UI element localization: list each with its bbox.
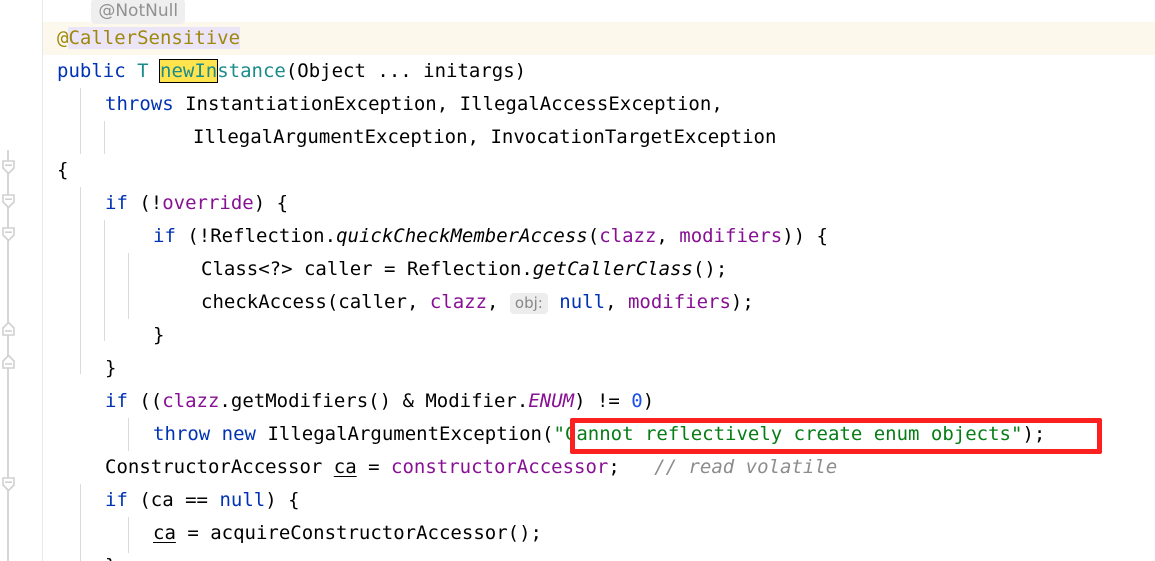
field-modifiers: modifiers [627,291,731,313]
class-reflection: Reflection [210,225,325,247]
keyword-if: if [153,225,176,247]
keyword-null: null [559,291,606,313]
code-line-2: @CallerSensitive [57,22,241,55]
code-line-11: } [153,324,165,346]
method-acquire-constructor-accessor: acquireConstructorAccessor [210,522,508,544]
code-line-16: if (ca == null) { [105,489,300,511]
field-clazz: clazz [162,390,220,412]
exception-instantiation: InstantiationException [185,93,437,115]
string-literal-enum-message: "Cannot reflectively create enum objects… [553,423,1023,445]
keyword-if: if [105,489,128,511]
type-class: Class<?> [201,258,293,280]
field-override: override [162,192,254,214]
param-initargs: initargs [423,60,515,82]
code-editor[interactable]: @NotNull @CallerSensitive public T newIn… [0,0,1155,561]
method-check-access: checkAccess [201,291,327,313]
annotation-at-sign: @ [57,27,69,49]
indent-guide [104,220,105,341]
indent-guide [104,121,105,154]
class-reflection: Reflection [406,258,522,280]
var-ca: ca [150,489,174,511]
code-content[interactable]: @NotNull @CallerSensitive public T newIn… [0,0,1155,561]
code-line-12: } [105,357,117,379]
var-ca-declaration: ca [333,456,357,478]
type-parameter-T: T [137,60,149,82]
method-quick-check-member-access: quickCheckMemberAccess [336,225,588,247]
literal-zero: 0 [631,390,643,412]
var-caller: caller [303,258,373,280]
indent-guide [128,253,129,319]
class-modifier: Modifier [425,390,517,412]
class-illegal-argument-exception: IllegalArgumentException [267,423,542,445]
notnull-inlay-hint: @NotNull [91,0,186,24]
indent-guide [128,418,129,451]
annotation-caller-sensitive: CallerSensitive [68,27,241,49]
code-line-5: IllegalArgumentException, InvocationTarg… [193,126,777,148]
code-line-4: throws InstantiationException, IllegalAc… [105,93,723,115]
code-line-3: public T newInstance(Object ... initargs… [57,59,527,83]
code-line-7: if (!override) { [105,192,289,214]
keyword-new: new [221,423,256,445]
exception-illegal-argument: IllegalArgumentException [193,126,468,148]
field-clazz: clazz [429,291,488,313]
code-line-6: { [57,159,69,181]
field-modifiers: modifiers [679,225,783,247]
keyword-throws: throws [105,93,174,115]
method-name-remainder: stance [217,60,286,82]
keyword-if: if [105,192,128,214]
code-line-14: throw new IllegalArgumentException("Cann… [153,423,1046,445]
field-constructor-accessor: constructorAccessor [391,456,609,478]
code-line-13: if ((clazz.getModifiers() & Modifier.ENU… [105,390,655,412]
keyword-public: public [57,60,126,82]
indent-guide [80,484,81,561]
var-caller: caller [338,291,407,313]
keyword-throw: throw [153,423,211,445]
method-get-modifiers: getModifiers [230,390,369,412]
obj-param-inlay-hint: obj: [509,293,548,314]
comment-read-volatile: // read volatile [654,456,838,478]
type-constructor-accessor: ConstructorAccessor [105,456,323,478]
method-get-caller-class: getCallerClass [532,258,693,280]
param-type-object: Object [297,60,366,82]
var-ca: ca [153,522,176,544]
keyword-null: null [219,489,266,511]
search-match-newIn: newIn [158,59,219,83]
code-line-17: ca = acquireConstructorAccessor(); [153,522,542,544]
code-line-18: } [105,550,116,561]
constant-enum: ENUM [528,390,575,412]
keyword-if: if [105,390,128,412]
field-clazz: clazz [599,225,657,247]
code-line-10: checkAccess(caller, clazz, obj: null, mo… [201,291,754,314]
indent-guide [80,88,81,154]
indent-guide [128,517,129,553]
code-line-15: ConstructorAccessor ca = constructorAcce… [105,456,838,478]
code-line-9: Class<?> caller = Reflection.getCallerCl… [201,258,728,280]
indent-guide [80,187,81,374]
code-line-8: if (!Reflection.quickCheckMemberAccess(c… [153,225,828,247]
exception-illegal-access: IllegalAccessException [459,93,712,115]
exception-invocation-target: InvocationTargetException [490,126,777,148]
